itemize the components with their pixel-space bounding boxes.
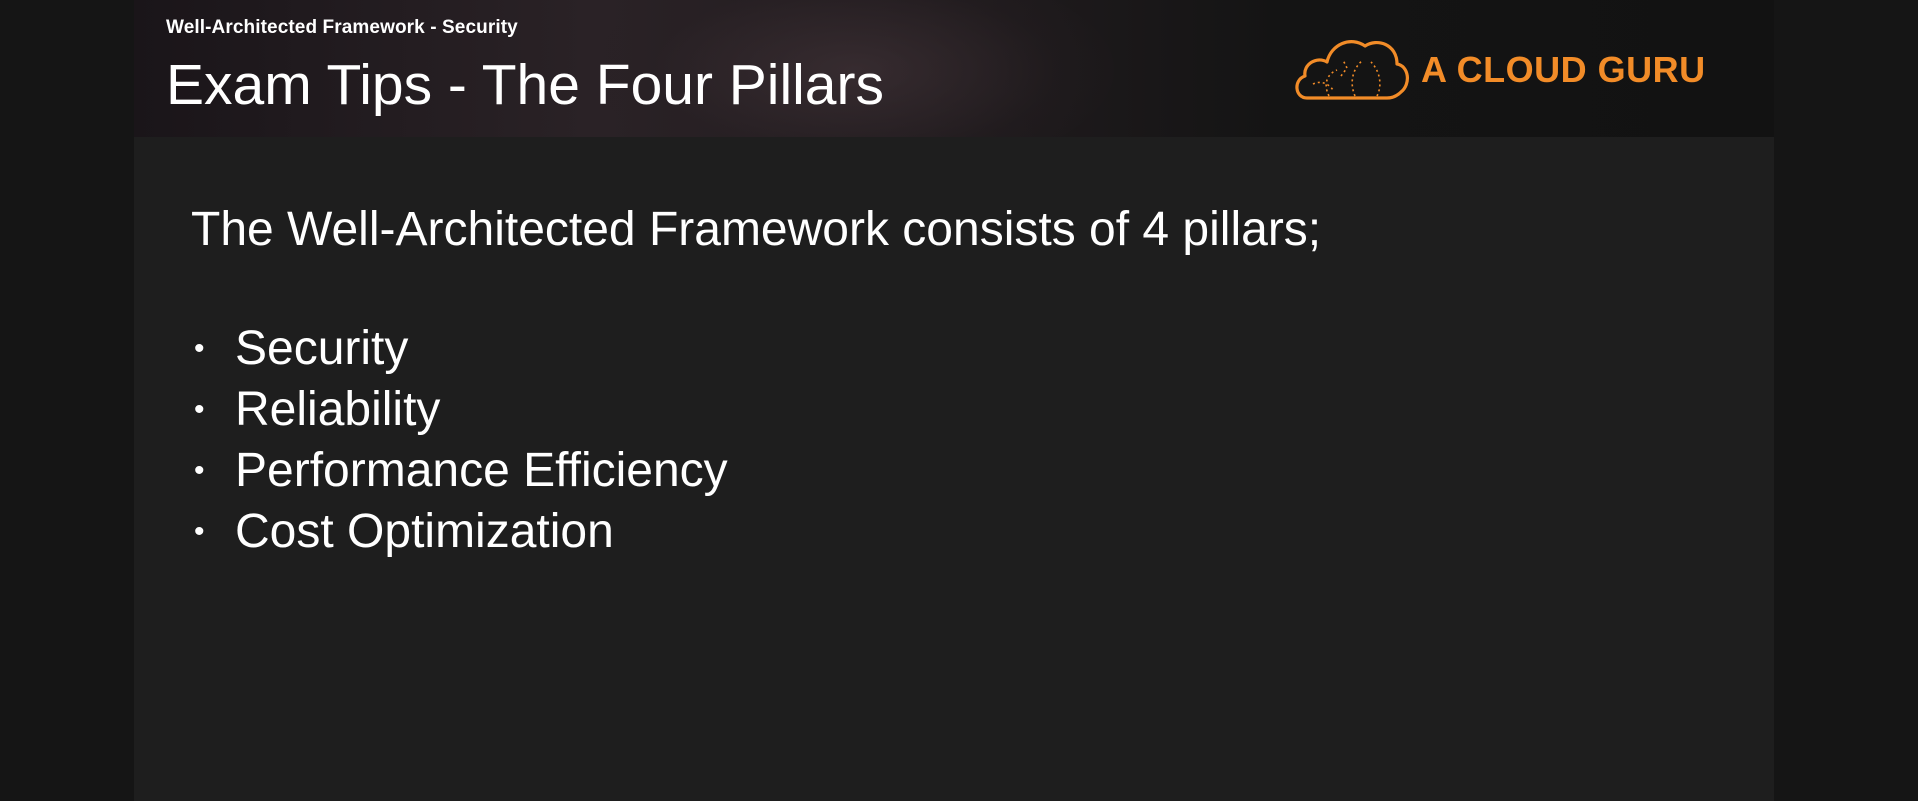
brand-logo: A CLOUD GURU — [1293, 30, 1706, 110]
slide: Well-Architected Framework - Security Ex… — [134, 0, 1774, 801]
pillar-label: Reliability — [235, 383, 441, 436]
intro-text: The Well-Architected Framework consists … — [191, 203, 1322, 256]
cloud-icon — [1295, 40, 1409, 100]
list-item: • Cost Optimization — [191, 501, 1321, 562]
slide-body: The Well-Architected Framework consists … — [191, 200, 1321, 562]
slide-subtitle: Well-Architected Framework - Security — [166, 17, 518, 38]
bullet-icon: • — [194, 331, 205, 365]
pillar-list: • Security • Reliability • Performance E… — [191, 318, 1321, 562]
bullet-icon: • — [194, 514, 205, 548]
slide-title: Exam Tips - The Four Pillars — [166, 53, 884, 117]
pillar-label: Performance Efficiency — [235, 444, 728, 497]
pillar-label: Cost Optimization — [235, 505, 614, 558]
list-item: • Reliability — [191, 379, 1321, 440]
slide-header-banner: Well-Architected Framework - Security Ex… — [134, 0, 1774, 137]
list-item: • Performance Efficiency — [191, 440, 1321, 501]
bullet-icon: • — [194, 453, 205, 487]
list-item: • Security — [191, 318, 1321, 379]
pillar-label: Security — [235, 322, 409, 375]
video-frame: Well-Architected Framework - Security Ex… — [0, 0, 1918, 801]
bullet-icon: • — [194, 392, 205, 426]
brand-logo-text: A CLOUD GURU — [1421, 49, 1706, 90]
